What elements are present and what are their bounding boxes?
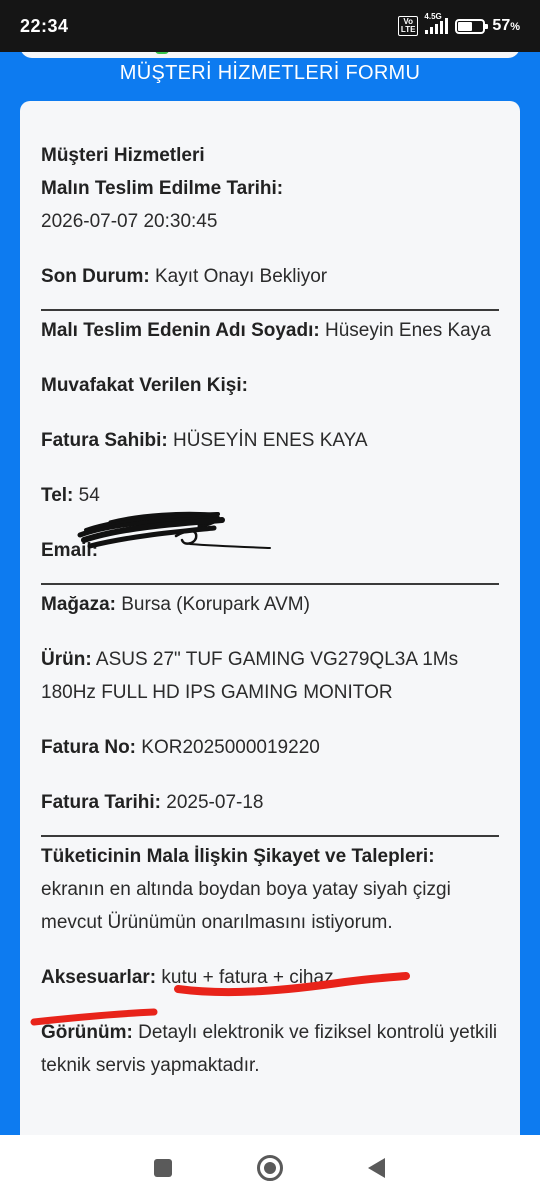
- store-value: Bursa (Korupark AVM): [121, 594, 310, 615]
- page-content[interactable]: MÜŞTERİ HİZMETLERİ FORMU Müşteri Hizmetl…: [0, 52, 540, 1135]
- network-type: 4.5G: [424, 12, 442, 21]
- appearance-row: Görünüm: Detaylı elektronik ve fiziksel …: [41, 1016, 499, 1082]
- invoice-date-label: Fatura Tarihi:: [41, 792, 161, 813]
- volte-icon: Vo LTE: [397, 16, 419, 36]
- deliverer-label: Malı Teslim Edenin Adı Soyadı:: [41, 320, 320, 341]
- form-title: MÜŞTERİ HİZMETLERİ FORMU: [119, 62, 421, 84]
- deliverer-value: Hüseyin Enes Kaya: [325, 320, 491, 341]
- delivery-date-value: 2026-07-07 20:30:45: [41, 211, 218, 232]
- delivery-date-label: Malın Teslim Edilme Tarihi:: [41, 178, 284, 199]
- battery-icon: [455, 18, 489, 34]
- phone-row: Tel: 54: [41, 479, 499, 512]
- section-title: Müşteri Hizmetleri: [41, 145, 205, 166]
- email-row: Email:: [41, 534, 499, 567]
- previous-card-edge: [20, 52, 520, 58]
- divider: [41, 309, 499, 311]
- invoice-owner-row: Fatura Sahibi: HÜSEYİN ENES KAYA: [41, 424, 499, 457]
- invoice-date-row: Fatura Tarihi: 2025-07-18: [41, 786, 499, 819]
- store-row: Mağaza: Bursa (Korupark AVM): [41, 588, 499, 621]
- invoice-owner-value: HÜSEYİN ENES KAYA: [172, 430, 368, 451]
- product-label: Ürün:: [41, 649, 92, 670]
- signal-icon: 4.5G: [424, 12, 449, 34]
- status-check-icon: [155, 52, 169, 54]
- phone-value: 54: [78, 485, 100, 506]
- battery-fill: [458, 21, 473, 31]
- section-delivery: Müşteri Hizmetleri Malın Teslim Edilme T…: [41, 139, 499, 238]
- accessories-label: Aksesuarlar:: [41, 967, 157, 988]
- complaint-label: Tüketicinin Mala İlişkin Şikayet ve Tale…: [41, 846, 435, 867]
- complaint-row: Tüketicinin Mala İlişkin Şikayet ve Tale…: [41, 840, 499, 939]
- product-row: Ürün: ASUS 27" TUF GAMING VG279QL3A 1Ms …: [41, 643, 499, 709]
- status-time: 22:34: [20, 15, 69, 36]
- invoice-date-value: 2025-07-18: [166, 792, 264, 813]
- accessories-value: kutu + fatura + cihaz: [161, 967, 334, 988]
- back-button[interactable]: [361, 1152, 393, 1184]
- invoice-no-row: Fatura No: KOR2025000019220: [41, 731, 499, 764]
- consent-row: Muvafakat Verilen Kişi:: [41, 369, 499, 402]
- store-label: Mağaza:: [41, 594, 116, 615]
- product-value: ASUS 27" TUF GAMING VG279QL3A 1Ms 180Hz …: [41, 649, 459, 703]
- home-icon: [256, 1154, 283, 1181]
- home-button[interactable]: [254, 1152, 286, 1184]
- email-label: Email:: [41, 540, 99, 561]
- status-row: Son Durum: Kayıt Onayı Bekliyor: [41, 260, 499, 293]
- back-icon: [368, 1157, 386, 1178]
- complaint-value: ekranın en altında boydan boya yatay siy…: [41, 879, 451, 933]
- system-nav-bar: [0, 1135, 540, 1200]
- status-value: Kayıt Onayı Bekliyor: [155, 266, 328, 287]
- phone-label: Tel:: [41, 485, 74, 506]
- invoice-no-value: KOR2025000019220: [141, 737, 320, 758]
- divider: [41, 583, 499, 585]
- status-label: Son Durum:: [41, 266, 150, 287]
- divider: [41, 835, 499, 837]
- invoice-no-label: Fatura No:: [41, 737, 136, 758]
- status-icons: Vo LTE 4.5G 57%: [397, 12, 520, 36]
- appearance-label: Görünüm:: [41, 1022, 133, 1043]
- recent-apps-button[interactable]: [147, 1152, 179, 1184]
- deliverer-row: Malı Teslim Edenin Adı Soyadı: Hüseyin E…: [41, 314, 499, 347]
- invoice-owner-label: Fatura Sahibi:: [41, 430, 168, 451]
- accessories-row: Aksesuarlar: kutu + fatura + cihaz: [41, 961, 499, 994]
- recent-apps-icon: [154, 1158, 173, 1177]
- status-bar: 22:34 Vo LTE 4.5G 57%: [0, 0, 540, 52]
- battery-percent: 57%: [492, 17, 520, 34]
- consent-label: Muvafakat Verilen Kişi:: [41, 375, 248, 396]
- customer-service-card: Müşteri Hizmetleri Malın Teslim Edilme T…: [20, 101, 520, 1135]
